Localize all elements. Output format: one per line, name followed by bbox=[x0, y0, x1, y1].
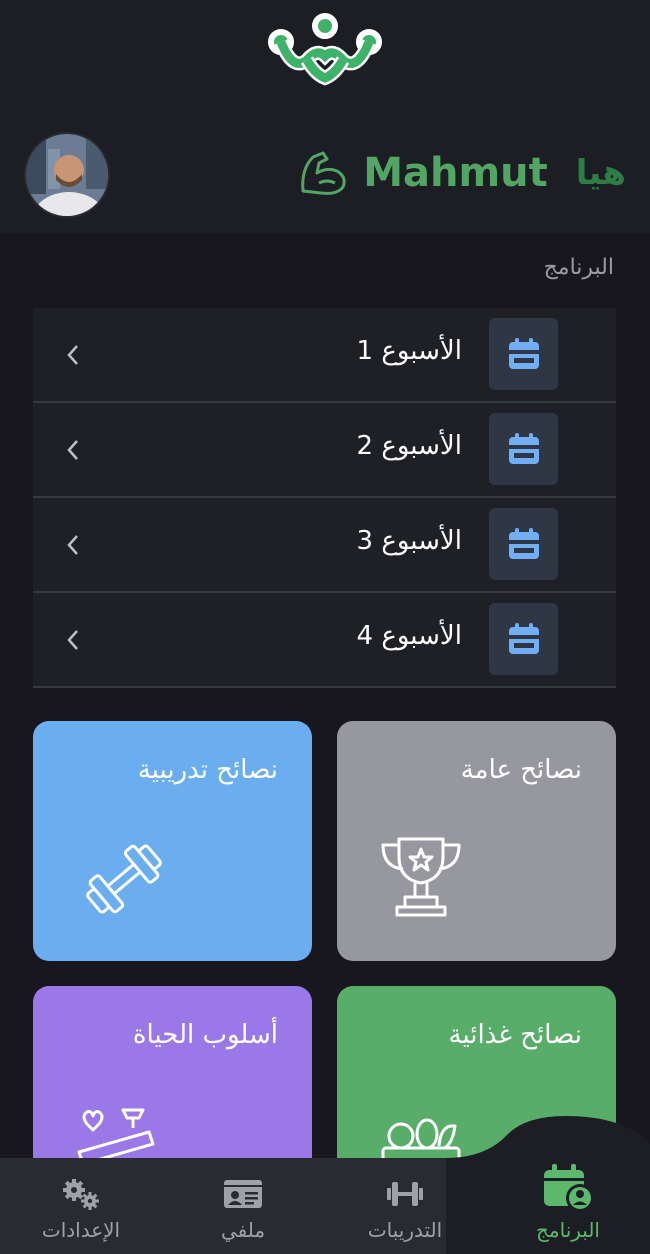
nav-tab-settings[interactable]: الإعدادات bbox=[21, 1158, 141, 1254]
greeting: Mahmut هيا bbox=[297, 143, 626, 203]
week-label: الأسبوع 3 bbox=[356, 526, 462, 556]
nav-tab-profile[interactable]: ملفي bbox=[183, 1158, 303, 1254]
id-card-icon bbox=[224, 1180, 262, 1208]
nav-label: البرنامج bbox=[535, 1218, 600, 1242]
week-row-4[interactable]: الأسبوع 4 bbox=[33, 593, 616, 688]
muscle-icon bbox=[301, 151, 346, 195]
training-tips-card[interactable]: نصائح تدريبية bbox=[33, 721, 312, 961]
week-row-1[interactable]: الأسبوع 1 bbox=[33, 308, 616, 403]
nav-label: ملفي bbox=[220, 1218, 266, 1242]
week-label: الأسبوع 1 bbox=[356, 336, 462, 366]
calendar-icon bbox=[489, 413, 558, 485]
section-title: البرنامج bbox=[543, 255, 614, 280]
calendar-icon bbox=[489, 508, 558, 580]
chevron-left-icon bbox=[67, 440, 78, 460]
card-title: نصائح تدريبية bbox=[137, 755, 278, 785]
week-label: الأسبوع 4 bbox=[356, 621, 462, 651]
gears-icon bbox=[63, 1179, 99, 1210]
nav-label: التدريبات bbox=[367, 1218, 443, 1242]
nav-label: الإعدادات bbox=[41, 1218, 121, 1242]
week-row-3[interactable]: الأسبوع 3 bbox=[33, 498, 616, 593]
calendar-icon bbox=[489, 318, 558, 390]
greeting-text: هيا bbox=[575, 153, 626, 193]
chevron-left-icon bbox=[67, 535, 78, 555]
chevron-left-icon bbox=[67, 630, 78, 650]
app-header: Mahmut هيا bbox=[0, 0, 650, 233]
chevron-left-icon bbox=[67, 345, 78, 365]
general-tips-card[interactable]: نصائح عامة bbox=[337, 721, 616, 961]
trophy-icon bbox=[381, 837, 461, 917]
week-row-2[interactable]: الأسبوع 2 bbox=[33, 403, 616, 498]
avatar[interactable] bbox=[24, 132, 110, 218]
user-name: Mahmut bbox=[363, 150, 548, 196]
nav-tab-program[interactable]: البرنامج bbox=[508, 1158, 628, 1254]
lifestyle-card[interactable]: أسلوب الحياة bbox=[33, 986, 312, 1186]
card-title: أسلوب الحياة bbox=[132, 1020, 278, 1050]
weeks-list: الأسبوع 1 الأسبوع 2 الأسبوع 3 الأسبوع 4 bbox=[33, 308, 616, 688]
card-title: نصائح غذائية bbox=[448, 1020, 582, 1050]
calendar-user-icon bbox=[544, 1164, 594, 1212]
app-logo-icon bbox=[268, 13, 382, 86]
dumbbell-icon bbox=[86, 844, 162, 914]
dumbbell-icon bbox=[387, 1182, 423, 1206]
calendar-icon bbox=[489, 603, 558, 675]
card-title: نصائح عامة bbox=[460, 755, 582, 785]
nav-tab-workouts[interactable]: التدريبات bbox=[345, 1158, 465, 1254]
week-label: الأسبوع 2 bbox=[356, 431, 462, 461]
